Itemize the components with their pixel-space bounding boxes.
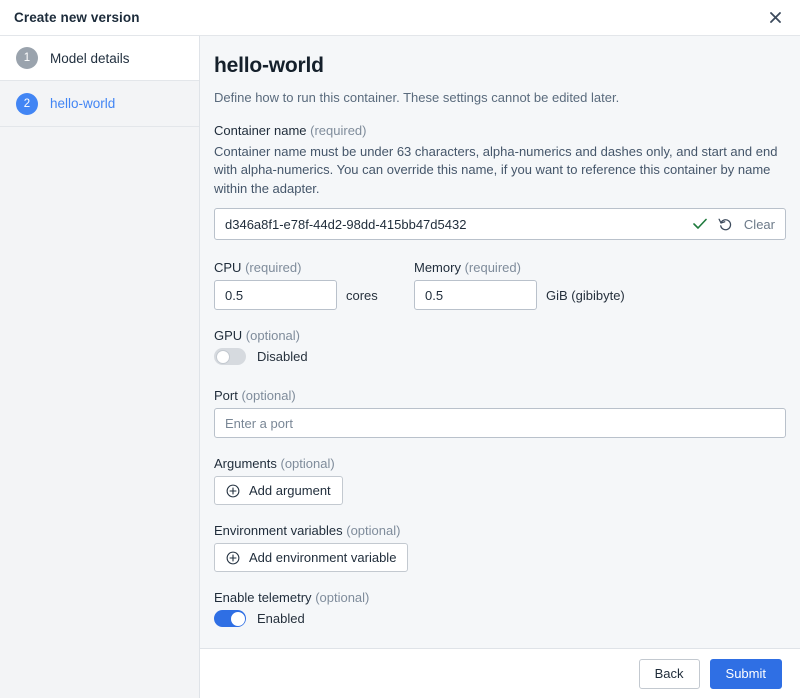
memory-requirement: (required) [464,260,521,276]
modal-body: 1 Model details 2 hello-world hello-worl… [0,36,800,698]
port-label-text: Port [214,388,238,404]
page-subtitle: Define how to run this container. These … [214,90,620,105]
cpu-unit: cores [346,287,378,303]
submit-button[interactable]: Submit [709,658,782,689]
environment-variables-label: Environment variables (optional) [214,523,780,538]
clear-button[interactable]: Clear [744,217,775,232]
back-button[interactable]: Back [638,658,700,689]
arguments-requirement: (optional) [280,456,335,472]
container-name-field-group: Clear [214,208,786,241]
check-icon [693,218,707,230]
container-name-label-text: Container name [214,123,307,138]
gpu-field-group: GPU (optional) Disabled [214,328,780,370]
telemetry-label: Enable telemetry (optional) [214,590,780,605]
main-pane: hello-world Define how to run this conta… [200,36,800,698]
cpu-input-row: cores [214,280,414,311]
add-environment-variable-label: Add environment variable [249,550,397,566]
sidebar-step-label: Model details [50,50,130,66]
gpu-label-text: GPU [214,328,243,344]
modal-titlebar: Create new version [0,0,800,36]
cpu-label: CPU (required) [214,260,414,275]
telemetry-toggle-knob [230,611,245,626]
reset-icon[interactable] [718,217,733,232]
container-name-label: Container name (required) [214,123,780,138]
gpu-toggle-state-label: Disabled [257,349,308,365]
cpu-field-group: CPU (required) cores [214,260,414,311]
arguments-label: Arguments (optional) [214,456,780,471]
sidebar-filler [0,126,199,698]
container-name-requirement: (required) [310,123,367,138]
sidebar-step-hello-world[interactable]: 2 hello-world [0,81,199,126]
container-name-input[interactable] [225,210,693,239]
gpu-toggle[interactable]: Disabled [214,348,308,366]
step-number-badge: 2 [16,92,38,115]
environment-variables-field-group: Environment variables (optional) Add env… [214,523,780,573]
environment-variables-requirement: (optional) [346,523,401,539]
close-icon[interactable] [764,7,786,29]
add-argument-label: Add argument [249,483,331,499]
telemetry-toggle[interactable]: Enabled [214,610,305,628]
container-settings-form: hello-world Define how to run this conta… [200,36,800,648]
cpu-requirement: (required) [245,260,302,276]
telemetry-toggle-state-label: Enabled [257,611,305,627]
memory-label: Memory (required) [414,260,625,275]
memory-unit: GiB (gibibyte) [546,287,625,303]
memory-field-group: Memory (required) GiB (gibibyte) [414,260,625,311]
sidebar-step-label: hello-world [50,96,116,111]
wizard-sidebar: 1 Model details 2 hello-world [0,36,200,698]
container-name-help: Container name must be under 63 characte… [214,144,778,196]
port-field-group: Port (optional) [214,388,786,439]
telemetry-requirement: (optional) [315,590,370,606]
memory-input-row: GiB (gibibyte) [414,280,625,311]
gpu-toggle-track [214,348,246,366]
port-requirement: (optional) [241,388,296,404]
telemetry-field-group: Enable telemetry (optional) Enabled [214,590,780,632]
arguments-label-text: Arguments [214,456,277,472]
cpu-memory-row: CPU (required) cores Memory (required) [214,260,780,311]
add-environment-variable-button[interactable]: Add environment variable [214,543,409,573]
port-label: Port (optional) [214,388,780,403]
gpu-toggle-knob [215,349,230,364]
memory-input[interactable] [414,280,537,311]
cpu-label-text: CPU [214,260,242,276]
environment-variables-label-text: Environment variables [214,523,343,539]
create-new-version-modal: Create new version 1 Model details 2 hel… [0,0,800,698]
modal-title: Create new version [14,10,140,25]
modal-footer: Back Submit [200,648,800,698]
arguments-field-group: Arguments (optional) Add argument [214,456,780,506]
gpu-label: GPU (optional) [214,328,780,343]
gpu-requirement: (optional) [245,328,300,344]
add-argument-button[interactable]: Add argument [214,476,343,506]
page-title: hello-world [214,54,324,77]
port-input[interactable] [214,408,786,439]
telemetry-toggle-track [214,610,246,628]
plus-circle-icon [226,484,240,498]
sidebar-step-model-details[interactable]: 1 Model details [0,36,199,81]
step-number-badge: 1 [16,47,38,69]
memory-label-text: Memory [414,260,461,276]
telemetry-label-text: Enable telemetry [214,590,312,606]
cpu-input[interactable] [214,280,337,311]
plus-circle-icon [226,551,240,565]
